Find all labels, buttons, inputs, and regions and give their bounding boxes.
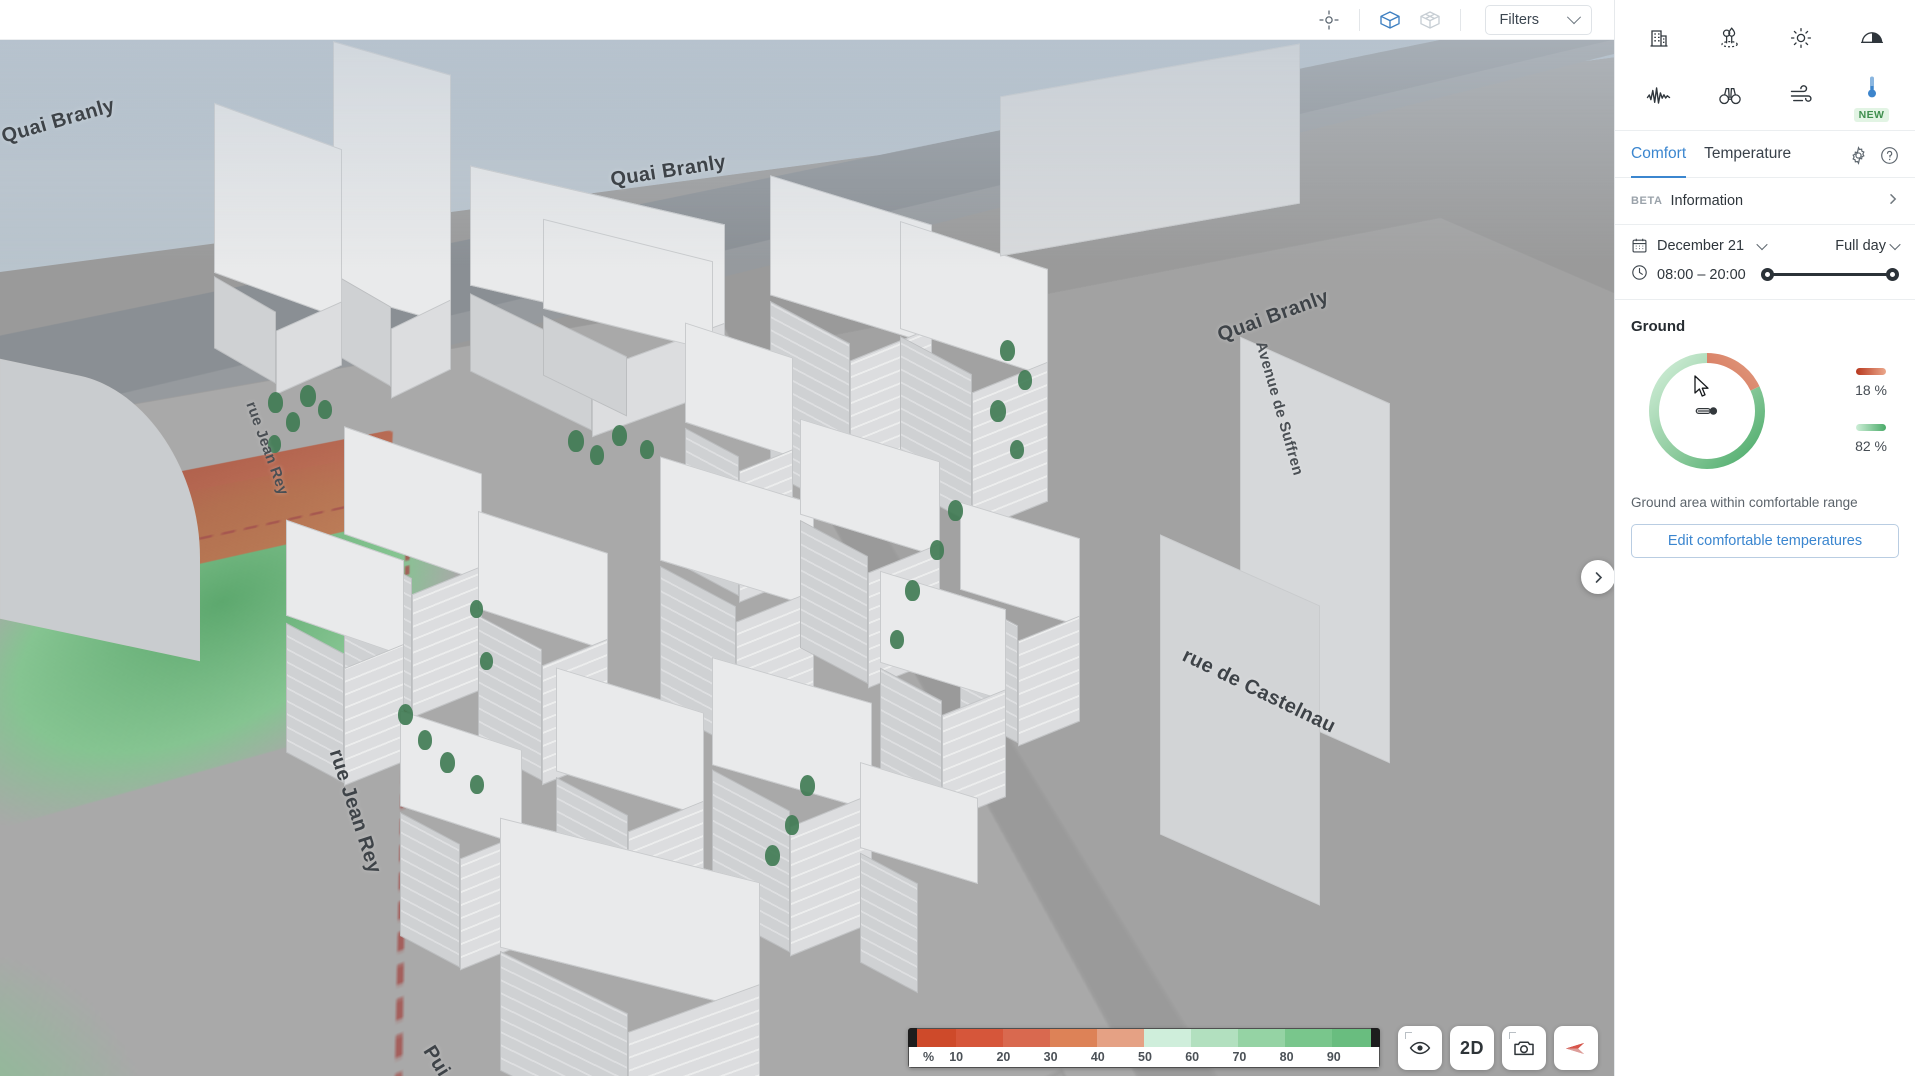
- waveform-icon: [1645, 84, 1673, 113]
- tool-buildings[interactable]: [1623, 14, 1694, 66]
- panel-tabs: Comfort Temperature: [1615, 131, 1915, 178]
- edit-button-label: Edit comfortable temperatures: [1667, 533, 1863, 549]
- viewport-toolbar: Filters: [0, 0, 1614, 40]
- legend-band: [1003, 1029, 1050, 1047]
- tool-wind[interactable]: [1765, 72, 1836, 124]
- legend-band: [1050, 1029, 1097, 1047]
- chevron-down-icon[interactable]: [1756, 238, 1768, 250]
- wind-icon: [1788, 84, 1814, 112]
- chevron-right-icon: [1887, 193, 1899, 209]
- time-range-value: 08:00 – 20:00: [1657, 266, 1746, 283]
- tool-daylight[interactable]: [1836, 14, 1907, 66]
- tool-views[interactable]: [1694, 72, 1765, 124]
- sun-icon: [1789, 26, 1813, 55]
- legend-tick: 10: [949, 1050, 964, 1064]
- slider-knob-start[interactable]: [1760, 268, 1774, 281]
- legend-value-hot: 18 %: [1855, 382, 1887, 398]
- thermometer-icon: [1861, 74, 1883, 105]
- legend-band: [956, 1029, 1003, 1047]
- settings-gear-icon[interactable]: [1849, 145, 1868, 165]
- comfort-donut-chart: [1645, 349, 1769, 473]
- legend-band: [1191, 1029, 1238, 1047]
- legend-gradient-bar: [908, 1028, 1380, 1050]
- legend-tick: 80: [1279, 1050, 1294, 1064]
- transparent-box-icon[interactable]: [1410, 3, 1450, 37]
- chevron-down-icon: [1566, 9, 1582, 24]
- legend-tick: 20: [996, 1050, 1011, 1064]
- corner-mark: [1405, 1032, 1412, 1039]
- panel-tab-actions: [1849, 145, 1899, 177]
- compass-north-button[interactable]: [1554, 1026, 1598, 1070]
- tab-comfort[interactable]: Comfort: [1631, 145, 1687, 178]
- ground-comfort-chart: 18 % 82 %: [1615, 339, 1915, 473]
- tool-vegetation[interactable]: [1694, 14, 1765, 66]
- recenter-target-icon[interactable]: [1309, 3, 1349, 37]
- ground-section-title: Ground: [1631, 318, 1686, 335]
- thermometer-icon: [1645, 349, 1769, 473]
- view-2d-button[interactable]: 2D: [1450, 1026, 1494, 1070]
- edit-comfortable-temperatures-button[interactable]: Edit comfortable temperatures: [1631, 524, 1899, 558]
- comfort-color-legend: % 10 20 30 40 50 60 70 80 90: [908, 1028, 1380, 1068]
- corner-mark: [1509, 1032, 1516, 1039]
- information-row[interactable]: BETA Information: [1615, 178, 1915, 225]
- analysis-panel: NEW Comfort Temperature BETA Information…: [1614, 0, 1915, 1076]
- slider-knob-end[interactable]: [1886, 268, 1899, 281]
- tool-sunlight[interactable]: [1765, 14, 1836, 66]
- tool-temperature[interactable]: NEW: [1836, 72, 1907, 124]
- toolbar-divider: [1358, 8, 1360, 31]
- legend-unit: %: [923, 1050, 935, 1064]
- screenshot-camera-button[interactable]: [1502, 1026, 1546, 1070]
- information-label: Information: [1670, 193, 1744, 209]
- daylight-dome-icon: [1859, 25, 1885, 56]
- ground-caption: Ground area within comfortable range: [1631, 495, 1858, 510]
- toolbar-divider-2: [1459, 8, 1461, 31]
- donut-legend: 18 % 82 %: [1855, 368, 1899, 454]
- filters-label: Filters: [1499, 11, 1539, 28]
- analysis-tool-grid: NEW: [1615, 0, 1915, 131]
- three-d-scene[interactable]: Quai Branly Quai Branly Quai Branly rue Jea…: [0, 40, 1614, 1076]
- clock-icon: [1631, 264, 1648, 285]
- legend-swatch-good: [1856, 424, 1887, 431]
- legend-tick: 70: [1232, 1050, 1247, 1064]
- solid-box-icon[interactable]: [1370, 3, 1410, 37]
- legend-swatch-hot: [1856, 368, 1887, 375]
- chevron-down-icon: [1889, 238, 1901, 250]
- legend-tick: 40: [1090, 1050, 1105, 1064]
- calendar-icon: [1631, 237, 1648, 254]
- date-row: December 21 Full day: [1615, 225, 1915, 260]
- tree-icon: [1717, 25, 1743, 56]
- day-range-value: Full day: [1835, 237, 1886, 254]
- legend-tick: 90: [1326, 1050, 1341, 1064]
- legend-value-good: 82 %: [1855, 438, 1887, 454]
- time-row: 08:00 – 20:00: [1615, 260, 1915, 300]
- legend-band: [1144, 1029, 1191, 1047]
- time-range-slider[interactable]: [1760, 267, 1899, 283]
- tab-temperature[interactable]: Temperature: [1704, 145, 1791, 177]
- map-viewport[interactable]: Filters Quai Branly Quai Branly Quai Bra…: [0, 0, 1614, 1076]
- slider-track: [1766, 273, 1893, 276]
- legend-tick: 60: [1185, 1050, 1200, 1064]
- help-circle-icon[interactable]: [1880, 146, 1899, 165]
- beta-tag: BETA: [1631, 195, 1663, 207]
- legend-band: [1097, 1029, 1144, 1047]
- legend-tick: 50: [1138, 1050, 1152, 1064]
- viewport-bottom-toolbar: 2D: [1398, 1026, 1598, 1070]
- legend-tick-labels: % 10 20 30 40 50 60 70 80 90: [908, 1047, 1380, 1068]
- visibility-eye-button[interactable]: [1398, 1026, 1442, 1070]
- building-icon: [1647, 26, 1671, 55]
- tool-noise[interactable]: [1623, 72, 1694, 124]
- filters-dropdown[interactable]: Filters: [1484, 4, 1592, 35]
- legend-item-uncomfortable: 18 %: [1855, 368, 1887, 398]
- legend-band: [1238, 1029, 1285, 1047]
- collapse-panel-button[interactable]: [1581, 560, 1614, 594]
- legend-band: [1285, 1029, 1332, 1047]
- date-value[interactable]: December 21: [1657, 238, 1744, 254]
- binoculars-icon: [1717, 84, 1743, 113]
- legend-item-comfortable: 82 %: [1855, 424, 1887, 454]
- view-2d-label: 2D: [1459, 1037, 1484, 1058]
- legend-tick: 30: [1043, 1050, 1058, 1064]
- new-badge: NEW: [1853, 108, 1890, 122]
- day-range-dropdown[interactable]: Full day: [1835, 237, 1901, 254]
